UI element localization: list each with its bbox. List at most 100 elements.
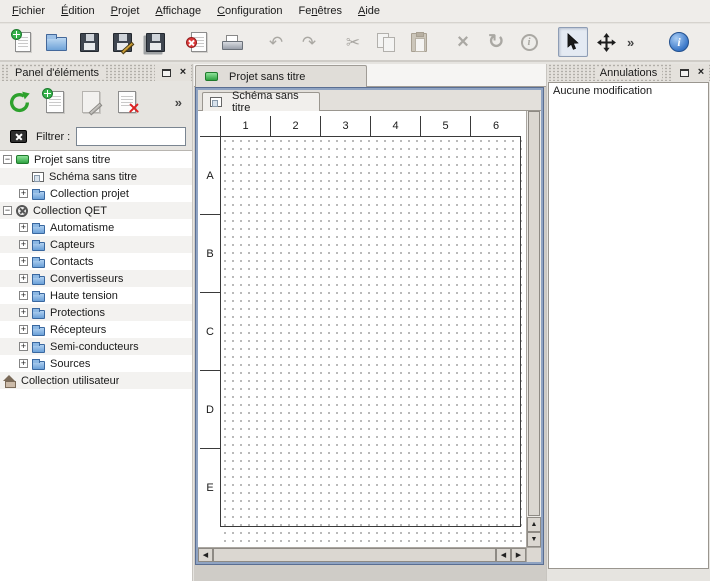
schema-tab[interactable]: Schéma sans titre bbox=[202, 92, 320, 111]
tree-item-haute-tension[interactable]: +Haute tension bbox=[0, 287, 192, 304]
menu-fichier[interactable]: Fichier bbox=[4, 0, 53, 22]
pointer-icon bbox=[565, 33, 581, 51]
qet-icon bbox=[16, 205, 28, 217]
paste-button[interactable] bbox=[404, 27, 434, 57]
filter-input[interactable] bbox=[76, 127, 186, 146]
collapse-icon[interactable]: − bbox=[3, 206, 12, 215]
ruler-corner bbox=[200, 116, 221, 137]
move-tool-button[interactable] bbox=[591, 27, 621, 57]
close-dock-button[interactable]: × bbox=[175, 65, 191, 80]
float-dock-button[interactable] bbox=[676, 65, 692, 80]
tree-item-contacts[interactable]: +Contacts bbox=[0, 253, 192, 270]
scroll-left-button[interactable]: ◀ bbox=[198, 548, 213, 562]
tree-item-semi-conducteurs[interactable]: +Semi-conducteurs bbox=[0, 338, 192, 355]
reload-collections-button[interactable] bbox=[4, 87, 34, 117]
edit-element-icon bbox=[82, 91, 100, 113]
close-dock-button[interactable]: × bbox=[693, 65, 709, 80]
column-header-cell: 5 bbox=[421, 116, 471, 136]
tree-item-automatisme[interactable]: +Automatisme bbox=[0, 219, 192, 236]
new-file-button[interactable] bbox=[8, 27, 38, 57]
tree-item-label: Capteurs bbox=[50, 239, 95, 251]
project-tab[interactable]: Projet sans titre bbox=[195, 65, 367, 87]
tree-item-sources[interactable]: +Sources bbox=[0, 355, 192, 372]
schema-tabbar: Schéma sans titre bbox=[198, 90, 541, 111]
tree-item-label: Collection projet bbox=[50, 188, 129, 200]
toolbar-separator bbox=[437, 24, 445, 60]
scroll-down-button[interactable]: ▼ bbox=[527, 532, 541, 547]
expand-icon[interactable]: + bbox=[19, 342, 28, 351]
expand-icon[interactable]: + bbox=[19, 291, 28, 300]
delete-button[interactable]: × bbox=[448, 27, 478, 57]
horizontal-scrollbar-thumb[interactable] bbox=[213, 548, 496, 562]
collapse-icon[interactable]: − bbox=[3, 155, 12, 164]
horizontal-scrollbar[interactable]: ◀ ◀ ▶ bbox=[198, 547, 526, 562]
scroll-left-end-button[interactable]: ◀ bbox=[496, 548, 511, 562]
save-all-button[interactable] bbox=[140, 27, 170, 57]
pointer-tool-button[interactable] bbox=[558, 27, 588, 57]
undo-panel-titlebar[interactable]: Annulations × bbox=[547, 64, 710, 81]
schema-canvas[interactable]: 123456 ABCDE bbox=[198, 111, 526, 547]
tree-item-collection-qet[interactable]: − Collection QET bbox=[0, 202, 192, 219]
close-icon: × bbox=[180, 67, 186, 78]
scroll-right-button[interactable]: ▶ bbox=[511, 548, 526, 562]
expand-icon[interactable]: + bbox=[19, 274, 28, 283]
schema-icon bbox=[32, 172, 44, 182]
float-dock-button[interactable] bbox=[158, 65, 174, 80]
menu-projet[interactable]: Projet bbox=[103, 0, 148, 22]
column-header: 123456 bbox=[221, 116, 521, 137]
expand-icon[interactable]: + bbox=[19, 223, 28, 232]
dock-buttons: × bbox=[673, 64, 709, 81]
tree-item-projet-sans-titre[interactable]: −Projet sans titre bbox=[0, 151, 192, 168]
redo-button[interactable]: ↷ bbox=[294, 27, 324, 57]
tree-item-recepteurs[interactable]: +Récepteurs bbox=[0, 321, 192, 338]
toolbar-overflow-button[interactable]: » bbox=[624, 35, 637, 50]
menu-affichage[interactable]: Affichage bbox=[147, 0, 209, 22]
tree-item-collection-utilisateur[interactable]: Collection utilisateur bbox=[0, 372, 192, 389]
expand-icon[interactable]: + bbox=[19, 359, 28, 368]
expand-icon[interactable]: + bbox=[19, 325, 28, 334]
tree-item-capteurs[interactable]: + Capteurs bbox=[0, 236, 192, 253]
float-icon bbox=[680, 69, 689, 77]
expand-icon[interactable]: + bbox=[19, 189, 28, 198]
open-folder-icon bbox=[46, 37, 67, 51]
tree-item-convertisseurs[interactable]: +Convertisseurs bbox=[0, 270, 192, 287]
folder-icon bbox=[32, 344, 45, 353]
vertical-scrollbar-thumb[interactable] bbox=[528, 111, 540, 516]
diagram-info-button[interactable]: i bbox=[514, 27, 544, 57]
tree-item-schema-sans-titre[interactable]: Schéma sans titre bbox=[0, 168, 192, 185]
expand-icon[interactable]: + bbox=[19, 308, 28, 317]
delete-element-button[interactable] bbox=[112, 87, 142, 117]
tree-item-label: Collection QET bbox=[33, 205, 107, 217]
vertical-scrollbar[interactable]: ▲ ▼ bbox=[526, 111, 541, 547]
new-element-button[interactable] bbox=[40, 87, 70, 117]
open-file-button[interactable] bbox=[41, 27, 71, 57]
close-file-button[interactable] bbox=[184, 27, 214, 57]
cut-button[interactable]: ✂ bbox=[338, 27, 368, 57]
elements-panel-titlebar[interactable]: Panel d'éléments × bbox=[0, 64, 192, 81]
clear-filter-button[interactable] bbox=[6, 126, 30, 148]
qelectrotech-window: FichierÉditionProjetAffichageConfigurati… bbox=[0, 0, 710, 581]
save-button[interactable] bbox=[74, 27, 104, 57]
panel-toolbar-overflow-button[interactable]: » bbox=[172, 95, 185, 110]
print-button[interactable] bbox=[217, 27, 247, 57]
menu-configuration[interactable]: Configuration bbox=[209, 0, 290, 22]
copy-button[interactable] bbox=[371, 27, 401, 57]
clear-filter-icon bbox=[10, 130, 27, 143]
tree-item-collection-projet[interactable]: + Collection projet bbox=[0, 185, 192, 202]
menu-aide[interactable]: Aide bbox=[350, 0, 388, 22]
menu-fenetres[interactable]: Fenêtres bbox=[291, 0, 350, 22]
about-qet-button[interactable]: i bbox=[664, 27, 694, 57]
expand-icon[interactable]: + bbox=[19, 257, 28, 266]
menu-edition[interactable]: Édition bbox=[53, 0, 103, 22]
edit-element-button[interactable] bbox=[76, 87, 106, 117]
rotate-button[interactable]: ↻ bbox=[481, 27, 511, 57]
project-tabbar: Projet sans titre bbox=[194, 64, 546, 87]
red-x-badge-icon bbox=[186, 37, 197, 48]
schema-icon bbox=[210, 97, 222, 107]
undo-root-item[interactable]: Aucune modification bbox=[549, 83, 708, 99]
tree-item-protections[interactable]: +Protections bbox=[0, 304, 192, 321]
save-as-button[interactable] bbox=[107, 27, 137, 57]
scroll-up-button[interactable]: ▲ bbox=[527, 517, 541, 532]
undo-button[interactable]: ↶ bbox=[261, 27, 291, 57]
expand-icon[interactable]: + bbox=[19, 240, 28, 249]
